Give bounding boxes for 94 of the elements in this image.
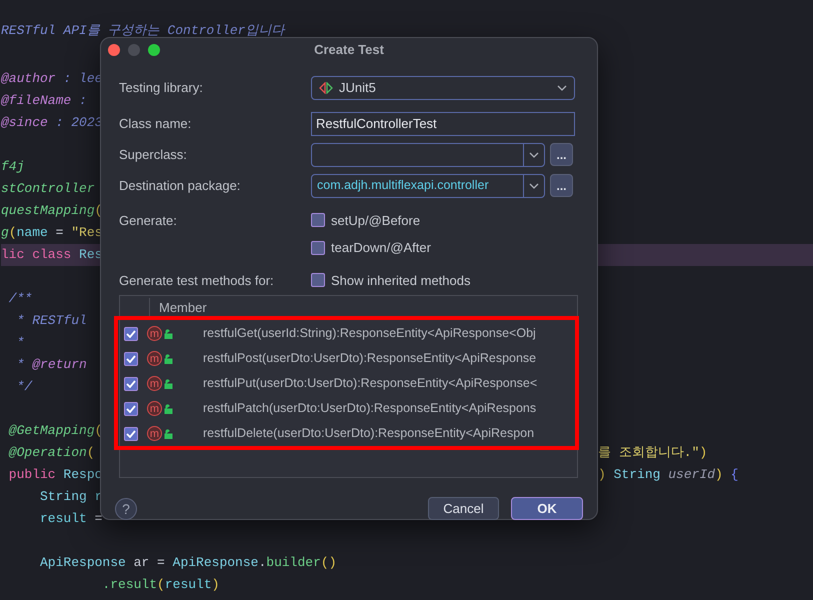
browse-button[interactable]: ...: [550, 174, 573, 197]
method-badge: m: [147, 401, 162, 416]
code-text: =: [54, 224, 64, 242]
field-label: Destination package:: [119, 176, 242, 195]
code-text: @author: [1, 70, 56, 88]
code-text: ApiResponse: [172, 554, 258, 572]
code-text: @return: [32, 356, 87, 374]
code-text: g: [1, 224, 9, 242]
checkbox[interactable]: [311, 240, 325, 255]
method-signature[interactable]: restfulGet(userId:String):ResponseEntity<ApiResponse<Obj: [203, 324, 536, 343]
code-text: userId: [668, 466, 716, 484]
method-signature[interactable]: restfulDelete(userDto:UserDto):ResponseEntity<ApiRespon: [203, 424, 534, 443]
code-text: *: [16, 334, 24, 352]
code-text: name: [16, 224, 48, 242]
code-text: public: [8, 466, 57, 484]
code-text: String: [612, 466, 662, 484]
checkbox[interactable]: [124, 402, 138, 416]
code-text: ar =: [132, 554, 166, 572]
method-signature[interactable]: restfulPatch(userDto:UserDto):ResponseEntity<ApiRespons: [203, 399, 536, 418]
method-badge: m: [147, 426, 162, 441]
code-text: (): [320, 554, 336, 572]
code-text: (: [94, 202, 102, 220]
unlocked-padlock-icon: [164, 354, 173, 364]
method-signature[interactable]: restfulPost(userDto:UserDto):ResponseEntity<ApiResponse: [203, 349, 536, 368]
method-badge: m: [147, 376, 162, 391]
field-label: Class name:: [119, 114, 192, 133]
column-header: Member: [149, 298, 207, 318]
code-text: ApiResponse: [39, 554, 126, 572]
code-text: questMapping: [1, 202, 95, 220]
checkbox-label: tearDown/@After: [331, 239, 431, 257]
superclass-dropdown[interactable]: [311, 142, 545, 166]
code-text: f4j: [1, 158, 24, 176]
method-badge: m: [147, 326, 162, 341]
code-text: @since: [1, 114, 48, 132]
code-text: ): [212, 576, 220, 594]
code-text: @fileName: [1, 92, 72, 110]
checkbox[interactable]: [124, 352, 138, 366]
code-text: {: [730, 466, 738, 484]
code-text: (: [86, 444, 95, 462]
chevron-down-icon: [529, 152, 539, 158]
dialog-title: Create Test: [314, 41, 384, 59]
code-text: (: [8, 224, 17, 242]
help-button[interactable]: ?: [115, 498, 137, 520]
class-name-field[interactable]: RestfulControllerTest: [311, 112, 575, 136]
code-text: *: [16, 356, 26, 374]
code-text: String: [39, 488, 88, 506]
field-label: Testing library:: [119, 78, 204, 97]
method-signature[interactable]: restfulPut(userDto:UserDto):ResponseEntity<ApiResponse<: [203, 374, 538, 393]
junit-icon: [319, 82, 333, 94]
close-button[interactable]: [108, 44, 120, 56]
unlocked-padlock-icon: [164, 404, 173, 414]
code-text: @Operation: [8, 444, 87, 462]
checkbox[interactable]: [124, 376, 138, 390]
zoom-button[interactable]: [148, 44, 160, 56]
chevron-down-icon: [557, 84, 567, 90]
checkbox[interactable]: [311, 273, 325, 288]
package-dropdown[interactable]: com.adjh.multiflexapi.controller: [311, 174, 545, 198]
unlocked-padlock-icon: [164, 328, 173, 338]
code-text: .: [258, 554, 266, 572]
code-text: builder: [266, 554, 321, 572]
checkbox-label: Show inherited methods: [331, 272, 470, 290]
code-text: :: [78, 92, 87, 110]
code-text: ): [699, 444, 708, 462]
field-label: Generate:: [119, 212, 178, 230]
checkbox[interactable]: [124, 326, 138, 340]
cancel-button[interactable]: Cancel: [428, 497, 499, 520]
unlocked-padlock-icon: [164, 428, 173, 438]
code-text: ): [598, 466, 606, 484]
code-text: @GetMapping: [8, 422, 95, 440]
code-text: ): [715, 466, 723, 484]
checkbox[interactable]: [124, 426, 138, 440]
code-text: 를 조회합니다.": [598, 444, 700, 462]
code-text: lic class: [1, 246, 72, 264]
code-text: =: [94, 510, 102, 528]
code-text: .result: [101, 576, 158, 594]
browse-button[interactable]: ...: [550, 143, 573, 166]
code-text: result: [39, 510, 87, 528]
chevron-down-icon: [529, 182, 539, 188]
field-label: Generate test methods for:: [119, 272, 275, 290]
unlocked-padlock-icon: [164, 378, 173, 388]
code-text: stController: [1, 180, 95, 198]
ok-button[interactable]: OK: [511, 497, 583, 520]
field-label: Superclass:: [119, 146, 188, 164]
code-text: * RESTful: [16, 312, 87, 330]
method-badge: m: [147, 351, 162, 366]
code-text: RESTful API를 구성하는 Controller입니다: [1, 22, 284, 40]
library-dropdown[interactable]: JUnit5: [311, 76, 575, 100]
code-text: /**: [8, 290, 32, 308]
checkbox-label: setUp/@Before: [331, 212, 420, 230]
code-text: (: [94, 422, 102, 440]
checkbox[interactable]: [311, 213, 325, 228]
code-text: (: [157, 576, 165, 594]
code-text: */: [16, 378, 32, 396]
code-text: result: [164, 576, 212, 594]
